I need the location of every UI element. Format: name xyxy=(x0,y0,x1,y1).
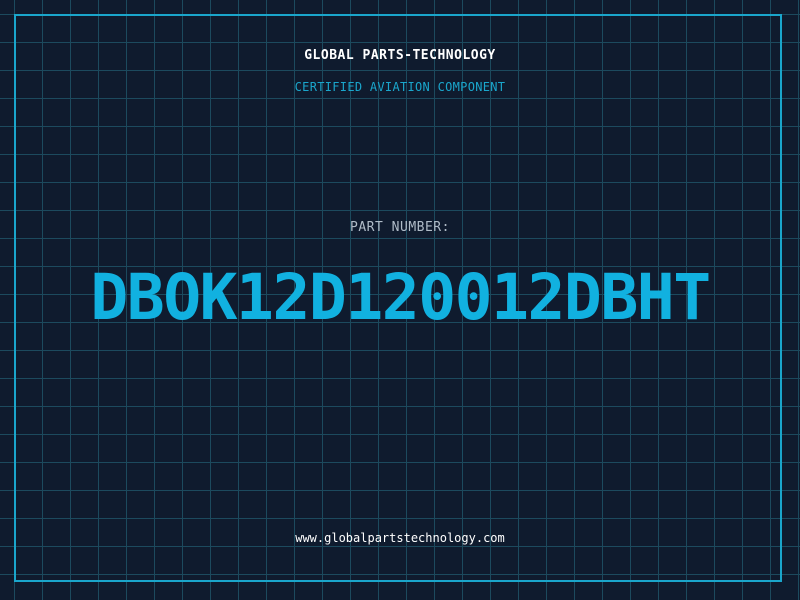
part-number-label: PART NUMBER: xyxy=(350,220,450,235)
part-number-value: DBOK12D120012DBHT xyxy=(90,261,711,334)
brand-title: GLOBAL PARTS-TECHNOLOGY xyxy=(304,48,496,63)
brand-subtitle: CERTIFIED AVIATION COMPONENT xyxy=(294,80,506,94)
website-url: www.globalpartstechnology.com xyxy=(295,531,505,545)
